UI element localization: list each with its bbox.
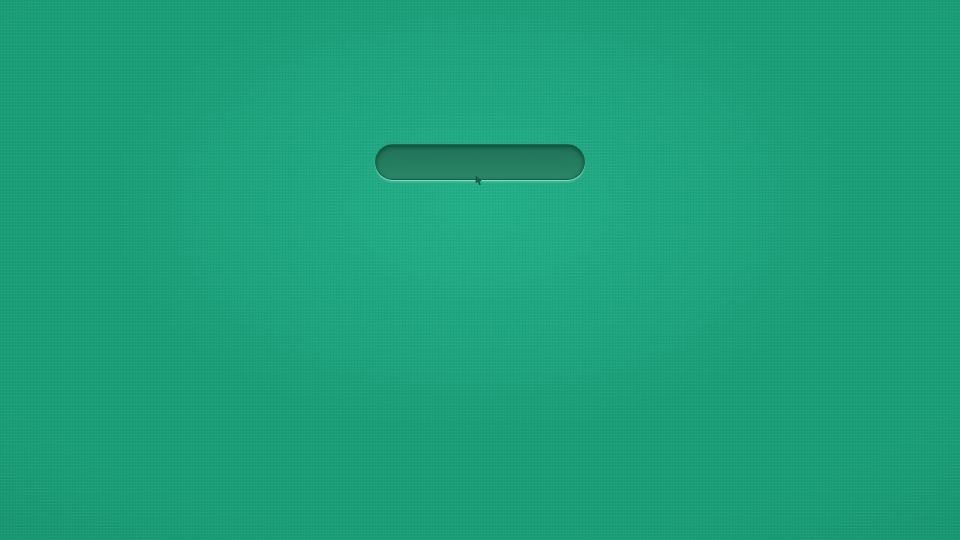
text-input-container (375, 144, 585, 180)
text-input[interactable] (375, 144, 585, 180)
background-texture (0, 0, 960, 540)
mouse-pointer-icon (475, 176, 483, 186)
